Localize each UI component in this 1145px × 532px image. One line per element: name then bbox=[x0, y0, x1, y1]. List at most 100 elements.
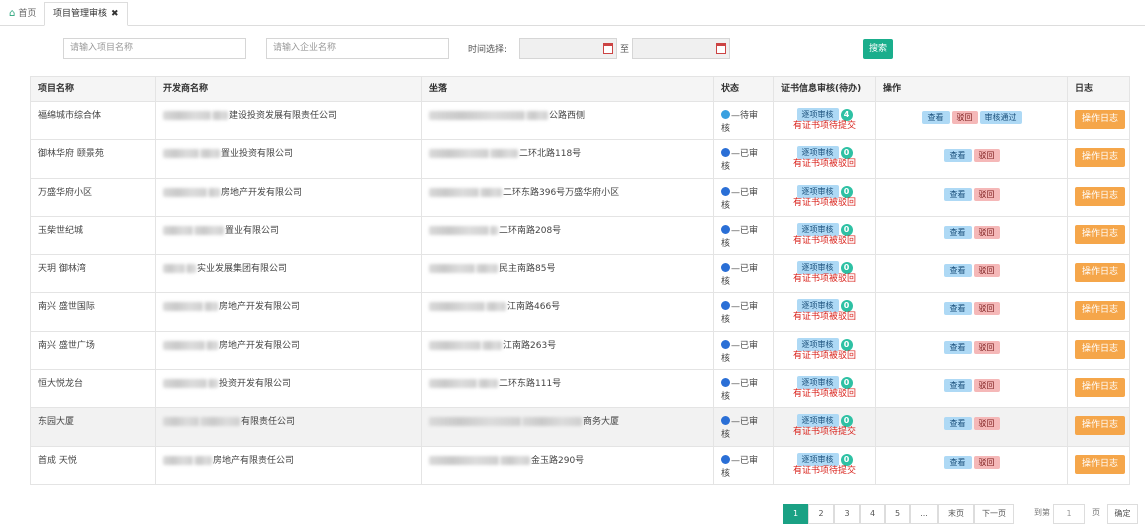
end-date-input[interactable] bbox=[632, 38, 730, 59]
item-review-button[interactable]: 逐项审核 bbox=[796, 376, 839, 390]
item-review-button[interactable]: 逐项审核 bbox=[796, 108, 839, 121]
table-header-row: 项目名称 开发商名称 坐落 状态 证书信息审核(待办) 操作 日志 bbox=[30, 76, 1130, 102]
project-name-cell: 福绵城市综合体 bbox=[30, 100, 156, 141]
actions-cell: 查看 驳回 bbox=[875, 215, 1068, 256]
reject-button[interactable]: 驳回 bbox=[973, 264, 1000, 278]
view-button[interactable]: 查看 bbox=[943, 225, 972, 239]
time-label: 时间选择: bbox=[468, 45, 508, 55]
reject-button[interactable]: 驳回 bbox=[951, 111, 978, 124]
view-button[interactable]: 查看 bbox=[943, 340, 972, 354]
developer-name: 投资开发有限公司 bbox=[219, 379, 292, 390]
project-name-input[interactable]: 请输入项目名称 bbox=[63, 38, 246, 59]
redacted-text bbox=[163, 187, 207, 197]
view-button[interactable]: 查看 bbox=[943, 379, 972, 393]
close-icon[interactable]: ✖ bbox=[111, 9, 119, 19]
reject-button[interactable]: 驳回 bbox=[973, 225, 1000, 239]
view-button[interactable]: 查看 bbox=[943, 264, 972, 278]
operation-log-button[interactable]: 操作日志 bbox=[1075, 301, 1125, 321]
view-button[interactable]: 查看 bbox=[943, 187, 972, 201]
view-button[interactable]: 查看 bbox=[943, 302, 972, 316]
operation-log-button[interactable]: 操作日志 bbox=[1075, 454, 1125, 474]
item-review-button[interactable]: 逐项审核 bbox=[796, 261, 839, 275]
cert-warning-text: 有证书项被驳回 bbox=[792, 197, 856, 208]
operation-log-button[interactable]: 操作日志 bbox=[1075, 378, 1125, 398]
log-cell: 操作日志 bbox=[1067, 215, 1130, 256]
page-1-button[interactable]: 1 bbox=[783, 504, 808, 524]
company-name-input[interactable]: 请输入企业名称 bbox=[266, 38, 449, 59]
cert-warning-text: 有证书项被驳回 bbox=[792, 235, 856, 246]
operation-log-button[interactable]: 操作日志 bbox=[1075, 186, 1125, 206]
location-cell: 商务大厦 bbox=[421, 407, 714, 447]
location-text: 江南路263号 bbox=[503, 340, 557, 351]
page-2-button[interactable]: 2 bbox=[808, 504, 834, 524]
view-button[interactable]: 查看 bbox=[921, 111, 950, 124]
developer-cell: 房地产有限责任公司 bbox=[155, 445, 422, 485]
redacted-text bbox=[194, 455, 212, 465]
actions-cell: 查看 驳回 bbox=[875, 369, 1068, 409]
log-cell: 操作日志 bbox=[1067, 369, 1130, 409]
redacted-text bbox=[163, 264, 185, 274]
status-cell: —已审核 bbox=[713, 330, 774, 371]
status-cell: —已审核 bbox=[713, 254, 774, 294]
item-review-button[interactable]: 逐项审核 bbox=[796, 222, 839, 236]
cert-warning-text: 有证书项被驳回 bbox=[792, 312, 856, 323]
redacted-text bbox=[429, 302, 485, 312]
redacted-text bbox=[480, 187, 502, 197]
reject-button[interactable]: 驳回 bbox=[973, 149, 1000, 163]
reject-button[interactable]: 驳回 bbox=[973, 187, 1000, 201]
header-cert-review: 证书信息审核(待办) bbox=[773, 76, 876, 102]
page-3-button[interactable]: 3 bbox=[834, 504, 860, 524]
location-text: 二环东路111号 bbox=[499, 379, 562, 390]
item-review-button[interactable]: 逐项审核 bbox=[796, 414, 839, 428]
log-cell: 操作日志 bbox=[1067, 139, 1130, 179]
search-button[interactable]: 搜索 bbox=[863, 39, 893, 59]
operation-log-button[interactable]: 操作日志 bbox=[1075, 339, 1125, 359]
to-label: 至 bbox=[620, 45, 630, 55]
item-review-button[interactable]: 逐项审核 bbox=[796, 184, 839, 198]
developer-name: 建设投资发展有限责任公司 bbox=[229, 111, 338, 121]
redacted-text bbox=[500, 455, 530, 465]
operation-log-button[interactable]: 操作日志 bbox=[1075, 416, 1125, 436]
operation-log-button[interactable]: 操作日志 bbox=[1075, 263, 1125, 283]
pending-count-badge: 0 bbox=[840, 185, 853, 198]
location-text: 公路西侧 bbox=[549, 111, 586, 121]
table-row: 恒大悦龙台 投资开发有限公司 二环东路111号 —已审核 逐项审核 0 有证书项被驳回 查看驳… bbox=[30, 369, 1130, 409]
operation-log-button[interactable]: 操作日志 bbox=[1075, 148, 1125, 168]
redacted-text bbox=[429, 225, 489, 235]
operation-log-button[interactable]: 操作日志 bbox=[1075, 224, 1125, 244]
goto-confirm-button[interactable]: 确定 bbox=[1107, 504, 1138, 524]
view-button[interactable]: 查看 bbox=[943, 417, 972, 431]
project-name-cell: 东园大厦 bbox=[30, 407, 156, 447]
tab-project-review[interactable]: 项目管理审核 ✖ bbox=[44, 2, 128, 26]
reject-button[interactable]: 驳回 bbox=[973, 379, 1000, 393]
reject-button[interactable]: 驳回 bbox=[973, 455, 1000, 469]
view-button[interactable]: 查看 bbox=[943, 455, 972, 469]
operation-log-button[interactable]: 操作日志 bbox=[1075, 110, 1125, 129]
reject-button[interactable]: 驳回 bbox=[973, 340, 1000, 354]
approve-button[interactable]: 审核通过 bbox=[979, 111, 1022, 124]
item-review-button[interactable]: 逐项审核 bbox=[796, 146, 839, 160]
start-date-input[interactable] bbox=[519, 38, 617, 59]
table-row: 东园大厦 有限责任公司 商务大厦 —已审核 逐项审核 0 有证书项待提交 查看 驳回 操作日志 bbox=[30, 407, 1130, 447]
table-row: 玉柴世纪城 置业有限公司 二环南路208号 —已审核 逐项审核 0 有证书项被驳回 查看 驳回操… bbox=[30, 215, 1130, 256]
redacted-text bbox=[429, 379, 477, 389]
redacted-text bbox=[163, 302, 203, 312]
status-dot-icon bbox=[721, 110, 730, 119]
item-review-button[interactable]: 逐项审核 bbox=[796, 337, 839, 351]
developer-name: 房地产开发有限公司 bbox=[221, 187, 303, 198]
view-button[interactable]: 查看 bbox=[943, 149, 972, 163]
last-page-button[interactable]: 末页 bbox=[938, 504, 974, 524]
page-5-button[interactable]: 5 bbox=[885, 504, 910, 524]
next-page-button[interactable]: 下一页 bbox=[974, 504, 1014, 524]
item-review-button[interactable]: 逐项审核 bbox=[796, 299, 839, 313]
goto-page-input[interactable]: 1 bbox=[1053, 504, 1085, 524]
location-cell: 二环北路118号 bbox=[421, 139, 714, 179]
item-review-button[interactable]: 逐项审核 bbox=[796, 452, 839, 466]
tab-home[interactable]: ⌂ 首页 bbox=[0, 2, 45, 26]
table-row: 首成 天悦 房地产有限责任公司 金玉路290号 —已审核 逐项审核 0 有证书项待提交 查看驳… bbox=[30, 445, 1130, 485]
developer-cell: 投资开发有限公司 bbox=[155, 369, 422, 409]
reject-button[interactable]: 驳回 bbox=[973, 417, 1000, 431]
page-4-button[interactable]: 4 bbox=[860, 504, 885, 524]
status-dot-icon bbox=[721, 263, 730, 273]
reject-button[interactable]: 驳回 bbox=[973, 302, 1000, 316]
